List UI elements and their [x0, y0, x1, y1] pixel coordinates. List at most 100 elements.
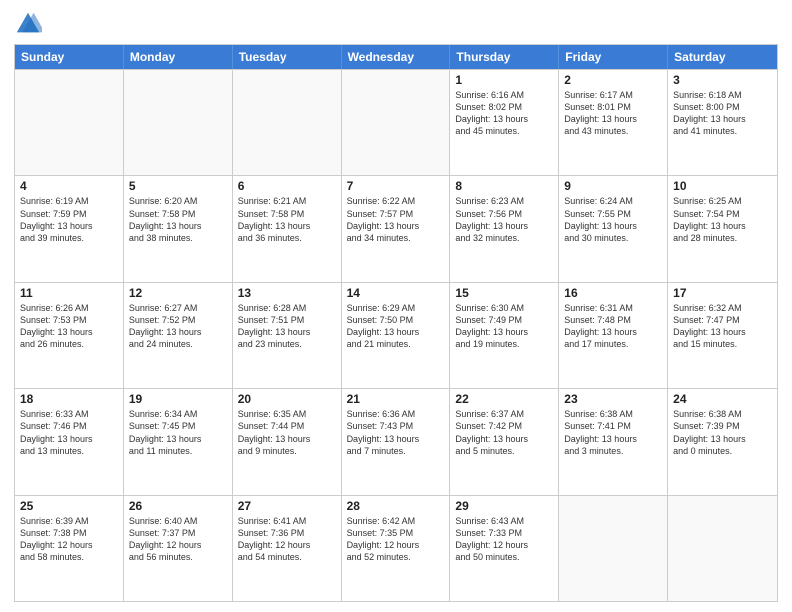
day-number: 21: [347, 392, 445, 406]
calendar-cell: 26Sunrise: 6:40 AM Sunset: 7:37 PM Dayli…: [124, 496, 233, 601]
day-info: Sunrise: 6:19 AM Sunset: 7:59 PM Dayligh…: [20, 195, 118, 244]
day-info: Sunrise: 6:37 AM Sunset: 7:42 PM Dayligh…: [455, 408, 553, 457]
day-number: 1: [455, 73, 553, 87]
day-info: Sunrise: 6:26 AM Sunset: 7:53 PM Dayligh…: [20, 302, 118, 351]
day-number: 12: [129, 286, 227, 300]
day-info: Sunrise: 6:17 AM Sunset: 8:01 PM Dayligh…: [564, 89, 662, 138]
day-number: 3: [673, 73, 772, 87]
calendar-cell: [559, 496, 668, 601]
day-number: 19: [129, 392, 227, 406]
calendar-cell: 8 Sunrise: 6:23 AM Sunset: 7:56 PM Daylig…: [450, 176, 559, 281]
day-info: Sunrise: 6:38 AM Sunset: 7:41 PM Dayligh…: [564, 408, 662, 457]
calendar-cell: [233, 70, 342, 175]
day-number: 8: [455, 179, 553, 193]
calendar-cell: 16 Sunrise: 6:31 AM Sunset: 7:48 PM Dayli…: [559, 283, 668, 388]
day-number: 5: [129, 179, 227, 193]
calendar-cell: 5 Sunrise: 6:20 AM Sunset: 7:58 PM Daylig…: [124, 176, 233, 281]
calendar-header-row: SundayMondayTuesdayWednesdayThursdayFrid…: [15, 45, 777, 69]
day-info: Sunrise: 6:43 AM Sunset: 7:33 PM Dayligh…: [455, 515, 553, 564]
cal-header-friday: Friday: [559, 45, 668, 69]
logo: [14, 10, 46, 38]
day-info: Sunrise: 6:22 AM Sunset: 7:57 PM Dayligh…: [347, 195, 445, 244]
day-info: Sunrise: 6:33 AM Sunset: 7:46 PM Dayligh…: [20, 408, 118, 457]
calendar-body: 1Sunrise: 6:16 AM Sunset: 8:02 PM Daylig…: [15, 69, 777, 601]
calendar-cell: 27 Sunrise: 6:41 AM Sunset: 7:36 PM Dayli…: [233, 496, 342, 601]
day-number: 20: [238, 392, 336, 406]
day-number: 2: [564, 73, 662, 87]
day-info: Sunrise: 6:28 AM Sunset: 7:51 PM Dayligh…: [238, 302, 336, 351]
day-number: 27: [238, 499, 336, 513]
day-number: 18: [20, 392, 118, 406]
day-number: 29: [455, 499, 553, 513]
day-number: 16: [564, 286, 662, 300]
calendar-cell: 2 Sunrise: 6:17 AM Sunset: 8:01 PM Daylig…: [559, 70, 668, 175]
day-info: Sunrise: 6:29 AM Sunset: 7:50 PM Dayligh…: [347, 302, 445, 351]
day-info: Sunrise: 6:42 AM Sunset: 7:35 PM Dayligh…: [347, 515, 445, 564]
day-info: Sunrise: 6:20 AM Sunset: 7:58 PM Dayligh…: [129, 195, 227, 244]
page: SundayMondayTuesdayWednesdayThursdayFrid…: [0, 0, 792, 612]
cal-header-wednesday: Wednesday: [342, 45, 451, 69]
calendar-cell: 21 Sunrise: 6:36 AM Sunset: 7:43 PM Dayli…: [342, 389, 451, 494]
calendar-cell: 22 Sunrise: 6:37 AM Sunset: 7:42 PM Dayli…: [450, 389, 559, 494]
day-number: 22: [455, 392, 553, 406]
day-info: Sunrise: 6:30 AM Sunset: 7:49 PM Dayligh…: [455, 302, 553, 351]
day-info: Sunrise: 6:36 AM Sunset: 7:43 PM Dayligh…: [347, 408, 445, 457]
day-number: 6: [238, 179, 336, 193]
day-info: Sunrise: 6:23 AM Sunset: 7:56 PM Dayligh…: [455, 195, 553, 244]
day-number: 15: [455, 286, 553, 300]
calendar-cell: 9Sunrise: 6:24 AM Sunset: 7:55 PM Daylig…: [559, 176, 668, 281]
day-number: 13: [238, 286, 336, 300]
day-info: Sunrise: 6:38 AM Sunset: 7:39 PM Dayligh…: [673, 408, 772, 457]
calendar-cell: 28 Sunrise: 6:42 AM Sunset: 7:35 PM Dayli…: [342, 496, 451, 601]
calendar-cell: 4 Sunrise: 6:19 AM Sunset: 7:59 PM Daylig…: [15, 176, 124, 281]
calendar-cell: 19 Sunrise: 6:34 AM Sunset: 7:45 PM Dayli…: [124, 389, 233, 494]
calendar-cell: 14 Sunrise: 6:29 AM Sunset: 7:50 PM Dayli…: [342, 283, 451, 388]
calendar-week-2: 4 Sunrise: 6:19 AM Sunset: 7:59 PM Daylig…: [15, 175, 777, 281]
calendar-cell: 3 Sunrise: 6:18 AM Sunset: 8:00 PM Daylig…: [668, 70, 777, 175]
calendar-cell: 18 Sunrise: 6:33 AM Sunset: 7:46 PM Dayli…: [15, 389, 124, 494]
calendar: SundayMondayTuesdayWednesdayThursdayFrid…: [14, 44, 778, 602]
calendar-week-1: 1Sunrise: 6:16 AM Sunset: 8:02 PM Daylig…: [15, 69, 777, 175]
day-info: Sunrise: 6:34 AM Sunset: 7:45 PM Dayligh…: [129, 408, 227, 457]
day-info: Sunrise: 6:24 AM Sunset: 7:55 PM Dayligh…: [564, 195, 662, 244]
day-number: 24: [673, 392, 772, 406]
day-number: 10: [673, 179, 772, 193]
calendar-cell: 6 Sunrise: 6:21 AM Sunset: 7:58 PM Daylig…: [233, 176, 342, 281]
calendar-cell: 20 Sunrise: 6:35 AM Sunset: 7:44 PM Dayli…: [233, 389, 342, 494]
day-number: 14: [347, 286, 445, 300]
day-info: Sunrise: 6:25 AM Sunset: 7:54 PM Dayligh…: [673, 195, 772, 244]
day-number: 26: [129, 499, 227, 513]
cal-header-monday: Monday: [124, 45, 233, 69]
day-number: 11: [20, 286, 118, 300]
calendar-week-4: 18 Sunrise: 6:33 AM Sunset: 7:46 PM Dayli…: [15, 388, 777, 494]
calendar-cell: 25 Sunrise: 6:39 AM Sunset: 7:38 PM Dayli…: [15, 496, 124, 601]
day-info: Sunrise: 6:21 AM Sunset: 7:58 PM Dayligh…: [238, 195, 336, 244]
calendar-cell: 10 Sunrise: 6:25 AM Sunset: 7:54 PM Dayli…: [668, 176, 777, 281]
calendar-cell: [668, 496, 777, 601]
day-info: Sunrise: 6:41 AM Sunset: 7:36 PM Dayligh…: [238, 515, 336, 564]
calendar-cell: 24 Sunrise: 6:38 AM Sunset: 7:39 PM Dayli…: [668, 389, 777, 494]
calendar-cell: [15, 70, 124, 175]
cal-header-thursday: Thursday: [450, 45, 559, 69]
day-info: Sunrise: 6:27 AM Sunset: 7:52 PM Dayligh…: [129, 302, 227, 351]
calendar-cell: [124, 70, 233, 175]
day-info: Sunrise: 6:35 AM Sunset: 7:44 PM Dayligh…: [238, 408, 336, 457]
calendar-cell: [342, 70, 451, 175]
calendar-cell: 29 Sunrise: 6:43 AM Sunset: 7:33 PM Dayli…: [450, 496, 559, 601]
calendar-week-3: 11 Sunrise: 6:26 AM Sunset: 7:53 PM Dayli…: [15, 282, 777, 388]
day-number: 4: [20, 179, 118, 193]
day-number: 25: [20, 499, 118, 513]
day-number: 7: [347, 179, 445, 193]
day-info: Sunrise: 6:31 AM Sunset: 7:48 PM Dayligh…: [564, 302, 662, 351]
calendar-cell: 7 Sunrise: 6:22 AM Sunset: 7:57 PM Daylig…: [342, 176, 451, 281]
cal-header-tuesday: Tuesday: [233, 45, 342, 69]
calendar-cell: 15 Sunrise: 6:30 AM Sunset: 7:49 PM Dayli…: [450, 283, 559, 388]
day-number: 28: [347, 499, 445, 513]
calendar-cell: 11 Sunrise: 6:26 AM Sunset: 7:53 PM Dayli…: [15, 283, 124, 388]
day-info: Sunrise: 6:18 AM Sunset: 8:00 PM Dayligh…: [673, 89, 772, 138]
calendar-cell: 13 Sunrise: 6:28 AM Sunset: 7:51 PM Dayli…: [233, 283, 342, 388]
cal-header-sunday: Sunday: [15, 45, 124, 69]
calendar-cell: 1Sunrise: 6:16 AM Sunset: 8:02 PM Daylig…: [450, 70, 559, 175]
calendar-week-5: 25 Sunrise: 6:39 AM Sunset: 7:38 PM Dayli…: [15, 495, 777, 601]
day-info: Sunrise: 6:39 AM Sunset: 7:38 PM Dayligh…: [20, 515, 118, 564]
